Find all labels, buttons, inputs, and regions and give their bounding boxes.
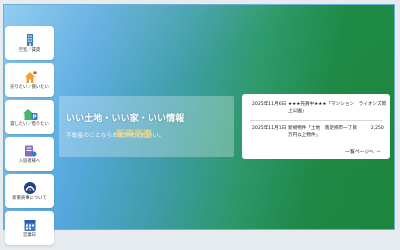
resident-icon <box>24 145 36 157</box>
svg-text:P: P <box>32 114 36 120</box>
company-logo-icon <box>23 181 36 194</box>
news-date: 2025年11月1日 <box>252 126 287 131</box>
news-panel: 2025年11月6日 ★★★売買中★★★「マンション ライオンズ岡上公園」 20… <box>242 94 390 159</box>
sidebar-item-label: 売りたい／買いたい <box>10 84 49 90</box>
news-more-label: 一覧ページへ <box>345 150 374 155</box>
news-date: 2025年11月6日 <box>252 102 287 107</box>
sidebar-item-label: 入居者様へ <box>18 158 41 164</box>
hero-brand-overlay: 新東商事 <box>116 130 153 140</box>
sidebar-item-residents[interactable]: 入居者様へ <box>5 137 54 171</box>
news-text[interactable]: ★★★売買中★★★「マンション ライオンズ岡上公園」 <box>288 101 388 115</box>
building-icon <box>26 33 33 46</box>
hero-headline: いい土地・いい家・いい情報 <box>66 114 185 124</box>
house-parking-icon: P <box>22 108 37 120</box>
news-more-link[interactable]: 一覧ページへ → <box>345 148 380 155</box>
house-sale-icon <box>24 71 36 83</box>
news-item[interactable]: 2025年11月1日 新規物件「土地 南足柄市一丁目 2,250万円以上物件」 <box>252 125 388 139</box>
sidebar-item-buy-sell[interactable]: 売りたい／買いたい <box>5 63 54 97</box>
news-divider <box>250 120 382 121</box>
sidebar-item-label: 新東商事について <box>12 195 47 201</box>
news-item[interactable]: 2025年11月6日 ★★★売買中★★★「マンション ライオンズ岡上公園」 <box>252 101 388 115</box>
news-text[interactable]: 新規物件「土地 南足柄市一丁目 2,250万円以上物件」 <box>288 125 388 139</box>
sidebar-item-label: 空室／賃貸 <box>18 47 41 53</box>
calendar-icon <box>24 219 35 231</box>
arrow-right-icon: → <box>375 150 380 155</box>
sidebar-item-business-days[interactable]: 営業日 <box>5 211 54 245</box>
sidebar-item-label: 貸したい／借りたい <box>10 121 49 127</box>
page-frame: 空室／賃貸 売りたい／買いたい P 貸したい／借りたい 入居者様へ 新東商事につ… <box>0 0 400 250</box>
sidebar-item-rent[interactable]: P 貸したい／借りたい <box>5 100 54 134</box>
sidebar-item-label: 営業日 <box>23 232 36 238</box>
sidebar-nav: 空室／賃貸 売りたい／買いたい P 貸したい／借りたい 入居者様へ 新東商事につ… <box>5 26 54 248</box>
sidebar-item-vacancy[interactable]: 空室／賃貸 <box>5 26 54 60</box>
sidebar-item-about-company[interactable]: 新東商事について <box>5 174 54 208</box>
